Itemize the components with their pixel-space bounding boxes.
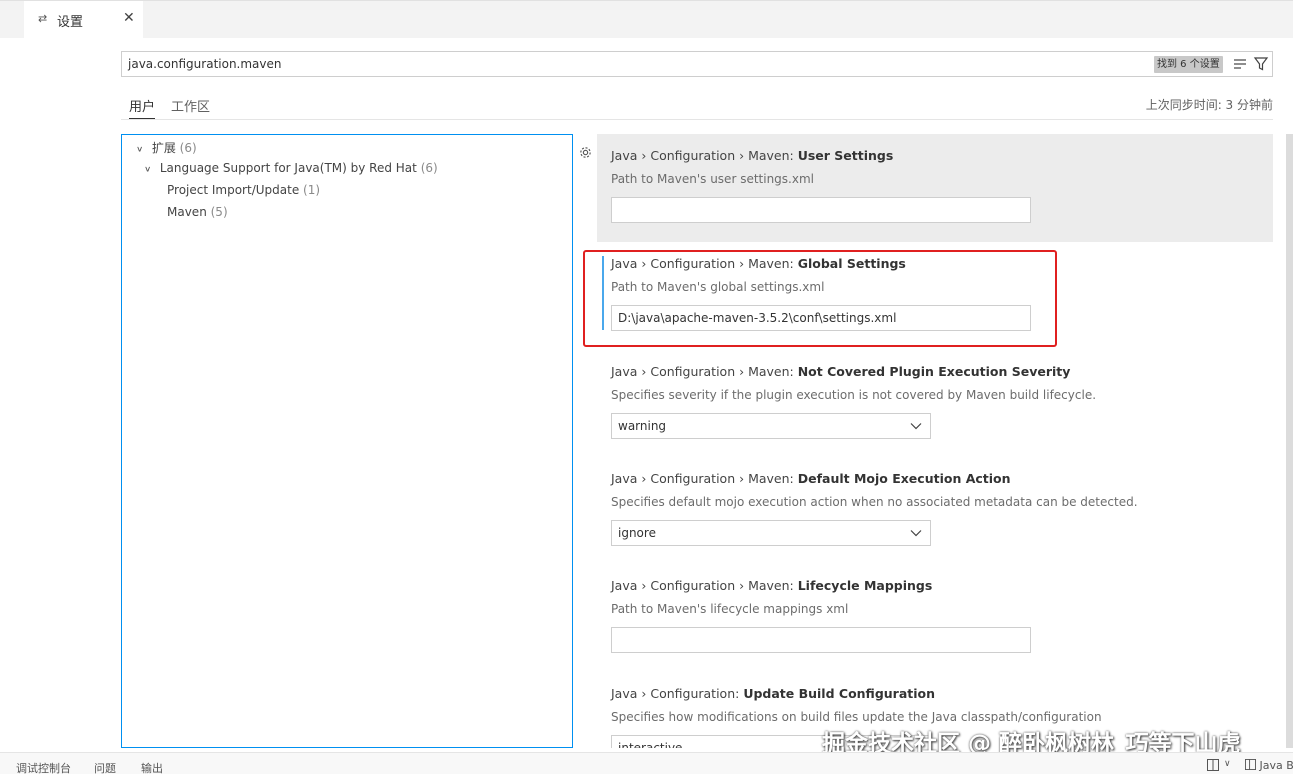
lifecycle-mappings-input[interactable] [611,627,1031,653]
gear-icon[interactable] [578,145,593,160]
setting-title: Java › Configuration › Maven: Default Mo… [611,471,1011,486]
vertical-scrollbar[interactable] [1286,134,1293,748]
toc-label: 扩展 [151,141,176,155]
settings-tab-label: 设置 [57,15,84,30]
toc-item-extensions[interactable]: ∨ 扩展 (6) [136,139,197,156]
chevron-down-icon: ∨ [136,145,144,154]
setting-not-covered-severity: Java › Configuration › Maven: Not Covere… [597,350,1273,457]
setting-description: Specifies how modifications on build fil… [611,710,1102,724]
chevron-down-icon [910,423,922,430]
result-count-badge: 找到 6 个设置 [1154,56,1223,73]
tab-output[interactable]: 输出 [141,760,163,774]
select-value: interactive [618,741,683,748]
tab-user[interactable]: 用户 [129,96,156,119]
toc-label: Maven [167,205,207,219]
setting-lifecycle-mappings: Java › Configuration › Maven: Lifecycle … [597,564,1273,672]
clear-filter-icon[interactable] [1233,57,1247,71]
filter-icon[interactable] [1253,56,1269,72]
setting-title: Java › Configuration › Maven: User Setti… [611,148,894,163]
setting-title: Java › Configuration › Maven: Not Covere… [611,364,1071,379]
editor-tab-bar: ⇄ 设置 ✕ [0,0,1293,39]
toc-label: Language Support for Java(TM) by Red Hat [159,161,417,175]
toc-count: (1) [303,183,321,197]
select-value: warning [618,419,667,433]
scope-tabs: 用户 工作区 上次同步时间: 3 分钟前 [121,90,1273,120]
search-query[interactable]: java.configuration.maven [128,57,282,71]
tab-problems[interactable]: 问题 [94,760,116,774]
user-settings-input[interactable] [611,197,1031,223]
setting-description: Specifies severity if the plugin executi… [611,388,1097,402]
tab-workspace[interactable]: 工作区 [171,96,210,115]
mojo-action-select[interactable]: ignore [611,520,931,546]
select-value: ignore [618,526,656,540]
settings-icon: ⇄ [38,12,48,25]
setting-title: Java › Configuration › Maven: Lifecycle … [611,578,933,593]
settings-toc-tree: ∨ 扩展 (6) ∨ Language Support for Java(TM)… [121,134,573,748]
scrollbar-thumb[interactable] [1286,134,1293,748]
setting-description: Path to Maven's user settings.xml [611,172,814,186]
toc-count: (6) [179,141,197,155]
toc-item-java-support[interactable]: ∨ Language Support for Java(TM) by Red H… [144,161,438,175]
toc-count: (6) [420,161,438,175]
chevron-down-icon [910,530,922,537]
settings-list: Java › Configuration › Maven: User Setti… [597,134,1273,748]
setting-default-mojo-action: Java › Configuration › Maven: Default Mo… [597,457,1273,564]
setting-description: Specifies default mojo execution action … [611,495,1138,509]
close-icon[interactable]: ✕ [123,10,135,26]
settings-search-input[interactable]: java.configuration.maven 找到 6 个设置 [121,51,1273,77]
panel-icon [1245,759,1256,770]
toc-label: Project Import/Update [167,183,300,197]
java-status-label: Java B [1259,759,1293,772]
sync-status: 上次同步时间: 3 分钟前 [1145,98,1273,112]
toc-item-project-import[interactable]: Project Import/Update (1) [167,183,320,197]
chevron-down-icon: ∨ [144,165,152,174]
java-status-item[interactable]: Java B [1245,759,1293,772]
setting-description: Path to Maven's lifecycle mappings xml [611,602,849,616]
panel-layout-icon[interactable] [1207,759,1219,771]
toc-item-maven[interactable]: Maven (5) [167,205,228,219]
setting-title: Java › Configuration: Update Build Confi… [611,686,936,701]
setting-user-settings: Java › Configuration › Maven: User Setti… [597,134,1273,242]
panel-tab-bar: 调试控制台 问题 输出 ∨ Java B [0,752,1293,774]
tab-debug-console[interactable]: 调试控制台 [16,760,71,774]
highlight-annotation [583,250,1057,347]
settings-tab[interactable]: ⇄ 设置 ✕ [24,1,143,39]
chevron-down-icon[interactable]: ∨ [1224,759,1231,769]
toc-count: (5) [210,205,228,219]
severity-select[interactable]: warning [611,413,931,439]
